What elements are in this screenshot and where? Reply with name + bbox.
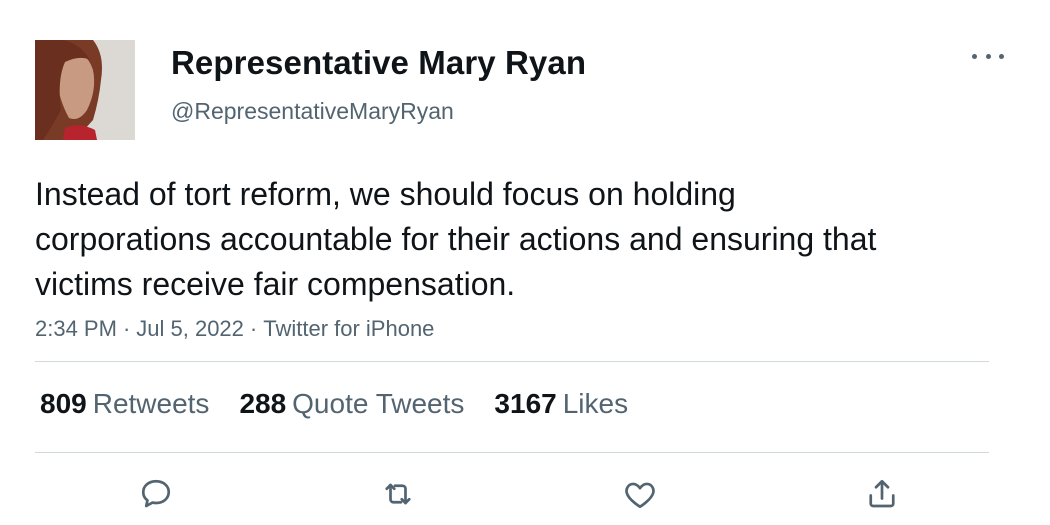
tweet-text: Instead of tort reform, we should focus … (35, 176, 877, 302)
tweet-date[interactable]: Jul 5, 2022 (136, 316, 244, 341)
likes-stat[interactable]: 3167 Likes (494, 388, 628, 420)
user-handle[interactable]: @RepresentativeMaryRyan (171, 98, 454, 125)
retweet-icon (385, 483, 411, 505)
meta-separator: · (249, 316, 258, 341)
avatar-image (35, 40, 135, 140)
retweets-stat[interactable]: 809 Retweets (40, 388, 209, 420)
display-name[interactable]: Representative Mary Ryan (171, 44, 586, 82)
avatar[interactable] (35, 40, 135, 140)
more-dot (972, 53, 977, 59)
share-button[interactable] (862, 474, 902, 514)
tweet-meta: 2:34 PM · Jul 5, 2022 · Twitter for iPhone (35, 316, 434, 342)
quote-tweets-stat[interactable]: 288 Quote Tweets (239, 388, 464, 420)
reply-button[interactable] (136, 474, 176, 514)
meta-separator: · (122, 316, 131, 341)
like-button[interactable] (620, 474, 660, 514)
share-icon (869, 479, 895, 508)
quote-tweets-label: Quote Tweets (292, 388, 465, 419)
tweet-stats: 809 Retweets 288 Quote Tweets 3167 Likes (40, 388, 658, 420)
tweet-source[interactable]: Twitter for iPhone (263, 316, 434, 341)
likes-label: Likes (562, 388, 629, 419)
divider (35, 452, 989, 453)
more-options-icon[interactable] (972, 46, 1004, 66)
quote-tweets-count: 288 (239, 388, 287, 419)
tweet-time[interactable]: 2:34 PM (35, 316, 117, 341)
like-icon (625, 482, 655, 509)
more-dot (985, 53, 991, 59)
retweets-count: 809 (40, 388, 87, 419)
likes-count: 3167 (494, 388, 557, 419)
retweets-label: Retweets (92, 388, 210, 419)
reply-icon (141, 479, 171, 508)
more-dot (999, 53, 1004, 59)
divider (35, 361, 989, 362)
retweet-button[interactable] (378, 474, 418, 514)
